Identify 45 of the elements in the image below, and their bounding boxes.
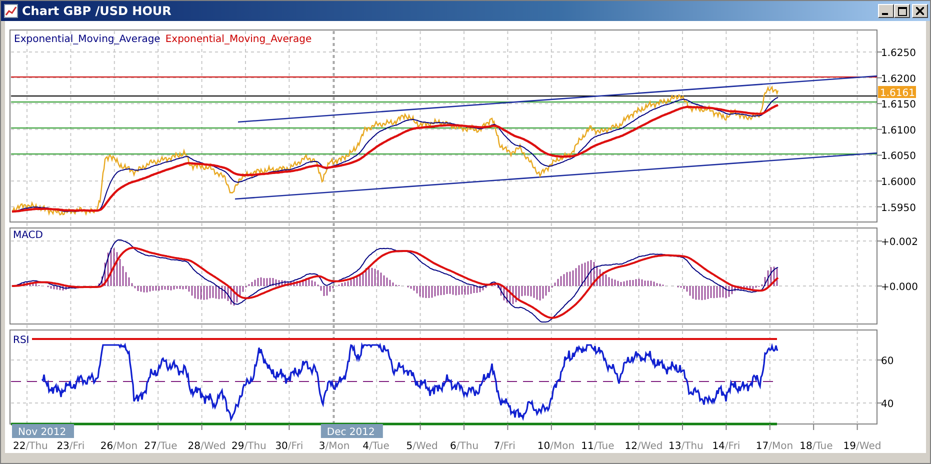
axis-label: 1.6250 xyxy=(881,48,916,59)
maximize-icon xyxy=(898,6,906,16)
panel-label: RSI xyxy=(13,335,30,346)
date-label: 10/Mon xyxy=(537,441,575,452)
date-label: 5/Wed xyxy=(406,441,438,452)
date-label: 23/Fri xyxy=(56,441,85,452)
axis-label: 1.6100 xyxy=(881,125,916,136)
window-title: Chart GBP /USD HOUR xyxy=(22,4,172,18)
date-label: 6/Thu xyxy=(450,441,479,452)
maximize-button[interactable] xyxy=(894,4,910,18)
date-label: 7/Fri xyxy=(494,441,516,452)
date-label: 14/Fri xyxy=(712,441,740,452)
date-label: 22/Thu xyxy=(13,441,48,452)
date-label: 4/Tue xyxy=(362,441,390,452)
date-label: 29/Thu xyxy=(232,441,266,452)
date-label: 13/Thu xyxy=(668,441,704,452)
price-tag: 1.6161 xyxy=(878,86,916,99)
date-label: 12/Wed xyxy=(624,441,663,452)
legend-label: Exponential_Moving_Average xyxy=(14,34,160,45)
axis-label: 1.6150 xyxy=(881,100,916,111)
close-button[interactable] xyxy=(912,4,928,18)
date-label: 30/Fri xyxy=(275,441,304,452)
axis-label: 1.6200 xyxy=(881,74,916,85)
axis-label: 1.5950 xyxy=(881,202,916,214)
date-label: 17/Mon xyxy=(756,441,794,452)
axis-label: 1.6050 xyxy=(881,151,916,162)
legend-label: Exponential_Moving_Average xyxy=(165,34,312,45)
minimize-button[interactable] xyxy=(878,4,894,18)
month-label: Dec 2012 xyxy=(320,424,383,438)
close-icon xyxy=(916,7,924,15)
date-label: 26/Mon xyxy=(100,441,138,452)
date-label: 3/Mon xyxy=(318,441,350,452)
date-label: 27/Tue xyxy=(144,441,178,452)
panel-label: MACD xyxy=(13,230,43,241)
date-label: 19/Wed xyxy=(843,441,882,452)
axis-label: 60 xyxy=(881,356,894,367)
date-label: 28/Wed xyxy=(188,441,226,452)
month-label: Nov 2012 xyxy=(12,424,74,438)
date-label: 11/Tue xyxy=(581,441,614,452)
axis-label: +0.000 xyxy=(881,282,918,293)
date-label: 18/Tue xyxy=(800,441,833,452)
axis-label: 40 xyxy=(881,399,894,410)
axis-label: 1.6000 xyxy=(881,177,916,188)
chart-icon xyxy=(4,4,18,18)
axis-label: +0.002 xyxy=(881,237,918,248)
